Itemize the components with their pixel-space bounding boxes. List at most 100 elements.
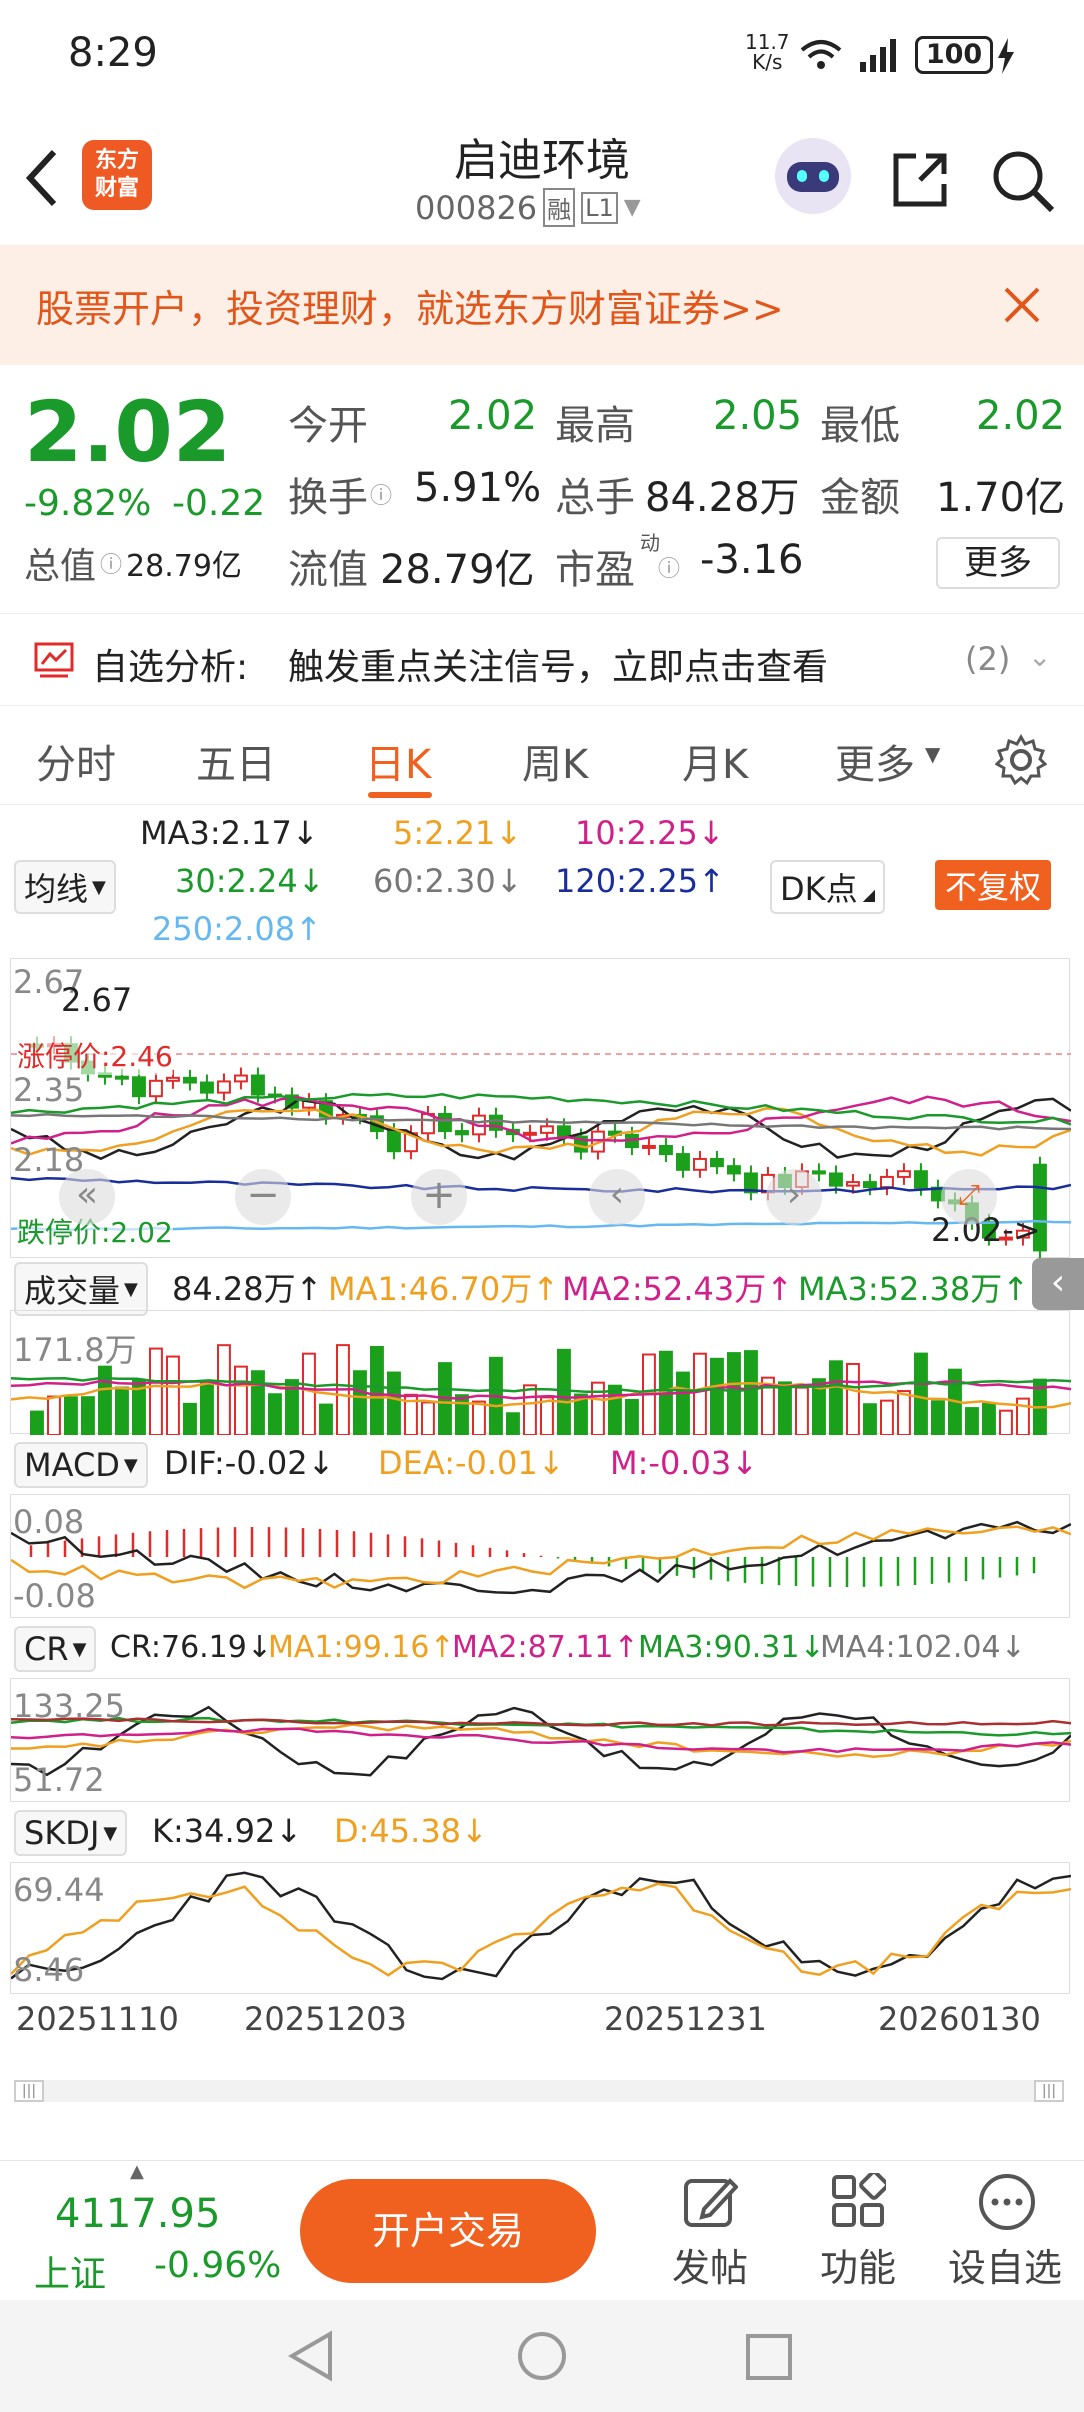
chart-alert-icon: [34, 642, 74, 678]
index-change[interactable]: -0.96%: [154, 2245, 281, 2286]
pe-label: 市盈: [555, 547, 635, 593]
volume-bar: [778, 1381, 792, 1435]
chart-scrollbar[interactable]: ||| |||: [14, 2080, 1064, 2102]
volume-bar: [64, 1396, 78, 1435]
candle: [115, 1075, 129, 1080]
skdj-selector[interactable]: SKDJ ▼: [14, 1810, 128, 1856]
scroll-handle-left[interactable]: |||: [14, 2080, 44, 2102]
ma10-value: 10:2.25↓: [575, 814, 725, 852]
stock-code: 000826: [415, 188, 538, 227]
system-nav-bar: [0, 2300, 1084, 2412]
scroll-handle-right[interactable]: |||: [1034, 2080, 1064, 2102]
add-watchlist-label[interactable]: 设自选: [948, 2237, 1062, 2292]
limit-up-label: 涨停价:2.46: [17, 1035, 173, 1075]
float-label: 流值: [288, 547, 368, 593]
float-value: 28.79亿: [380, 547, 535, 593]
ma60-value: 60:2.30↓: [373, 862, 523, 900]
candle: [710, 1157, 724, 1168]
ma30-value: 30:2.24↓: [175, 862, 325, 900]
more-dots-icon[interactable]: [978, 2173, 1036, 2231]
volume-bar: [319, 1403, 333, 1435]
index-value[interactable]: 4117.95: [55, 2191, 220, 2237]
rewind-icon[interactable]: «: [59, 1169, 115, 1225]
edit-icon[interactable]: [682, 2173, 738, 2229]
collapse-icon[interactable]: ‹: [1032, 1258, 1084, 1310]
skdj-chart[interactable]: 69.44 8.46: [10, 1862, 1071, 1994]
nav-home-icon[interactable]: [516, 2330, 568, 2382]
trade-button[interactable]: 开户交易: [300, 2179, 596, 2283]
fullscreen-icon[interactable]: ⤢: [941, 1169, 997, 1225]
promo-banner[interactable]: 股票开户，投资理财，就选东方财富证券>>: [0, 245, 1084, 365]
nav-back-icon[interactable]: [286, 2330, 336, 2382]
tab-more[interactable]: 更多: [835, 732, 915, 790]
skdj-canvas: [11, 1871, 1071, 1981]
cr-ma4: MA4:102.04↓: [820, 1630, 1026, 1665]
index-name[interactable]: 上证: [34, 2245, 106, 2297]
scroll-right-icon[interactable]: ›: [766, 1169, 822, 1225]
ma3-value: MA3:2.17↓: [140, 814, 319, 852]
candle: [200, 1081, 214, 1094]
skdj-d-line: [11, 1882, 1071, 1977]
volume-bar: [999, 1409, 1013, 1435]
zoom-in-icon[interactable]: +: [411, 1169, 467, 1225]
macd-chart[interactable]: 0.08 -0.08: [10, 1494, 1071, 1618]
wifi-icon: [800, 40, 842, 69]
cr-canvas: [11, 1705, 1071, 1777]
kline-high-marker: 2.67: [61, 981, 133, 1019]
ma120-line: [11, 1176, 1071, 1194]
candle: [149, 1079, 163, 1098]
volume-selector[interactable]: 成交量 ▼: [14, 1262, 148, 1316]
candle: [557, 1125, 571, 1138]
volume-bar: [931, 1400, 945, 1435]
candle: [251, 1074, 265, 1096]
candle: [880, 1175, 894, 1189]
zoom-out-icon[interactable]: −: [235, 1169, 291, 1225]
candle: [863, 1181, 877, 1189]
volume-bar: [149, 1347, 163, 1435]
macd-y-top: 0.08: [13, 1503, 85, 1541]
tab-weekly-k[interactable]: 周K: [522, 732, 588, 790]
more-button[interactable]: 更多: [936, 537, 1060, 589]
skdj-y-bottom: 8.46: [13, 1951, 85, 1989]
volume-bar: [506, 1412, 520, 1435]
gear-icon[interactable]: [995, 734, 1047, 786]
close-icon[interactable]: [1002, 285, 1042, 325]
scroll-left-icon[interactable]: ‹: [589, 1169, 645, 1225]
chevron-down-icon: ▼: [623, 195, 641, 220]
volume-bar: [982, 1402, 996, 1435]
nav-recents-icon[interactable]: [744, 2332, 794, 2382]
share-icon[interactable]: [890, 150, 950, 210]
kline-chart[interactable]: 2.67 2.67 涨停价:2.46 2.35 2.18 跌停价:2.02 2.…: [10, 958, 1071, 1259]
grid-icon[interactable]: [830, 2173, 886, 2229]
volume-chart[interactable]: 171.8万: [10, 1310, 1071, 1435]
promo-text[interactable]: 股票开户，投资理财，就选东方财富证券>>: [36, 278, 784, 333]
volume-bar: [608, 1384, 622, 1435]
tab-intraday[interactable]: 分时: [36, 732, 116, 790]
tab-monthly-k[interactable]: 月K: [682, 732, 748, 790]
volume-current: 84.28万↑: [172, 1270, 323, 1308]
analysis-row[interactable]: 自选分析: 触发重点关注信号，立即点击查看 (2) ⌄: [0, 613, 1084, 705]
function-label[interactable]: 功能: [820, 2237, 896, 2292]
candle: [693, 1157, 707, 1171]
active-tab-indicator: [368, 792, 432, 798]
pe-value: -3.16: [700, 537, 804, 583]
search-icon[interactable]: [990, 148, 1056, 214]
volume-bar: [914, 1352, 928, 1435]
tab-five-day[interactable]: 五日: [196, 732, 276, 790]
assistant-robot-icon[interactable]: [775, 138, 851, 214]
macd-legend: MACD ▼ DIF:-0.02↓ DEA:-0.01↓ M:-0.03↓: [0, 1440, 1084, 1492]
candle: [914, 1170, 928, 1189]
caret-down-icon: ▼: [925, 742, 941, 766]
ma-selector[interactable]: 均线 ▼: [14, 860, 116, 914]
tab-daily-k[interactable]: 日K: [365, 732, 431, 790]
post-label[interactable]: 发帖: [672, 2237, 748, 2292]
analysis-text[interactable]: 触发重点关注信号，立即点击查看: [288, 638, 828, 690]
cr-ma3: MA3:90.31↓: [638, 1630, 825, 1665]
stock-code-row[interactable]: 000826 融 L1 ▼: [415, 188, 641, 227]
macd-selector[interactable]: MACD ▼: [14, 1442, 148, 1488]
no-adjust-button[interactable]: 不复权: [935, 860, 1052, 910]
cr-chart[interactable]: 133.25 51.72: [10, 1678, 1071, 1802]
dk-button[interactable]: DK点 ◢: [770, 860, 886, 914]
volume-bar: [217, 1344, 231, 1435]
cr-selector[interactable]: CR ▼: [14, 1626, 97, 1672]
